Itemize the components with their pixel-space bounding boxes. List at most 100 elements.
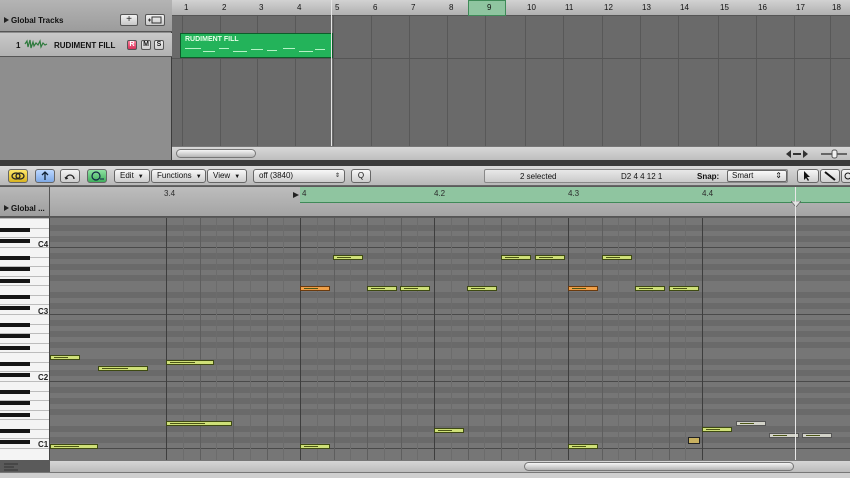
black-key-row — [50, 292, 850, 298]
zoom-control-icon[interactable] — [820, 149, 848, 159]
black-key[interactable] — [0, 256, 30, 260]
pointer-tool-button[interactable] — [797, 169, 819, 183]
midi-region[interactable]: RUDIMENT FILL — [180, 33, 333, 58]
selected-midi-note[interactable] — [568, 286, 598, 291]
scrollbar-thumb[interactable] — [524, 462, 794, 471]
midi-in-button[interactable] — [60, 169, 80, 183]
beat-grid-line — [585, 218, 586, 460]
stepper-icon: ⇕ — [775, 171, 782, 180]
midi-note[interactable] — [702, 427, 732, 432]
disclosure-triangle-icon[interactable] — [4, 205, 9, 211]
midi-note[interactable] — [635, 286, 665, 291]
beat-grid-line — [233, 218, 234, 460]
midi-note[interactable] — [300, 444, 330, 449]
black-key[interactable] — [0, 346, 30, 350]
midi-note[interactable] — [166, 421, 232, 426]
midi-note[interactable] — [535, 255, 565, 260]
region-note-preview — [267, 50, 277, 51]
black-key[interactable] — [0, 390, 30, 394]
edit-menu[interactable]: Edit ▼ — [114, 169, 150, 183]
white-key-divider — [0, 314, 49, 315]
piano-roll-scrollbar[interactable] — [50, 460, 850, 472]
snap-select[interactable]: Smart ⇕ — [727, 170, 787, 182]
midi-note[interactable] — [802, 433, 832, 438]
midi-note[interactable] — [50, 444, 98, 449]
midi-note[interactable] — [736, 421, 766, 426]
midi-note[interactable] — [602, 255, 632, 260]
mute-button[interactable]: M — [141, 40, 151, 50]
beat-label: 4.3 — [568, 189, 580, 198]
midi-note[interactable] — [50, 355, 80, 360]
black-key[interactable] — [0, 373, 30, 377]
selection-count: 2 selected — [520, 172, 557, 181]
pencil-tool-button[interactable] — [820, 169, 840, 183]
track-row[interactable]: 1 RUDIMENT FILL R M S — [0, 33, 172, 57]
black-key-row — [50, 225, 850, 231]
new-folder-button[interactable] — [145, 14, 165, 26]
beat-grid-line — [300, 218, 301, 460]
midi-note[interactable] — [98, 366, 148, 371]
quantize-select[interactable]: off (3840) ⇕ — [253, 169, 345, 183]
beat-grid-line — [317, 218, 318, 460]
black-key[interactable] — [0, 334, 30, 338]
note-handle-icon[interactable] — [688, 437, 700, 444]
bottom-tab-bar[interactable] — [0, 472, 850, 478]
bar-number: 11 — [565, 3, 574, 12]
scrollbar-thumb[interactable] — [176, 149, 256, 158]
midi-note[interactable] — [669, 286, 699, 291]
region-note-preview — [283, 48, 295, 49]
zoom-slider-icon[interactable] — [784, 149, 810, 159]
black-key[interactable] — [0, 239, 30, 243]
arrange-scrollbar[interactable] — [172, 146, 850, 160]
black-key-row — [50, 342, 850, 348]
record-enable-button[interactable]: R — [127, 40, 137, 50]
black-key[interactable] — [0, 413, 30, 417]
midi-note[interactable] — [467, 286, 497, 291]
bar-number: 4 — [297, 3, 302, 12]
black-key[interactable] — [0, 267, 30, 271]
link-button[interactable] — [8, 169, 28, 183]
piano-roll-ruler[interactable]: 3.4 4 4.2 4.3 4.4 — [50, 187, 850, 217]
view-menu[interactable]: View ▼ — [207, 169, 247, 183]
black-key[interactable] — [0, 279, 30, 283]
black-key[interactable] — [0, 429, 30, 433]
black-key[interactable] — [0, 323, 30, 327]
add-track-button[interactable]: + — [120, 14, 138, 26]
black-key[interactable] — [0, 228, 30, 232]
midi-note[interactable] — [333, 255, 363, 260]
arrange-ruler[interactable]: 1 2 3 4 5 6 7 8 9 10 11 12 13 14 15 16 17 18 — [172, 0, 850, 16]
playhead-marker-icon[interactable] — [791, 201, 801, 207]
midi-out-button[interactable] — [87, 169, 107, 183]
white-key-divider — [0, 448, 49, 449]
black-key[interactable] — [0, 440, 30, 444]
midi-note[interactable] — [501, 255, 531, 260]
black-key[interactable] — [0, 401, 30, 405]
playhead[interactable] — [331, 0, 332, 148]
quantize-button[interactable]: Q — [351, 169, 371, 183]
locator-marker-icon[interactable] — [292, 191, 300, 199]
global-tracks-row[interactable]: Global Tracks + — [0, 0, 172, 32]
catch-button[interactable] — [35, 169, 55, 183]
solo-button[interactable]: S — [154, 40, 164, 50]
functions-menu[interactable]: Functions ▼ — [151, 169, 206, 183]
black-key[interactable] — [0, 362, 30, 366]
disclosure-triangle-icon[interactable] — [4, 17, 9, 23]
black-key-row — [50, 264, 850, 270]
selected-midi-note[interactable] — [300, 286, 330, 291]
black-key[interactable] — [0, 295, 30, 299]
midi-note[interactable] — [434, 428, 464, 433]
piano-roll-global-tracks[interactable]: Global ... — [0, 187, 50, 217]
region-note-preview — [219, 48, 229, 49]
velocity-tool-button[interactable] — [841, 169, 850, 183]
note-grid[interactable] — [50, 218, 850, 460]
midi-note[interactable] — [568, 444, 598, 449]
midi-note[interactable] — [400, 286, 430, 291]
track-name: RUDIMENT FILL — [54, 41, 116, 50]
midi-note[interactable] — [166, 360, 214, 365]
black-key[interactable] — [0, 306, 30, 310]
bar-number: 3 — [259, 3, 264, 12]
playhead[interactable] — [795, 187, 796, 460]
keyboard-resize-icon[interactable] — [2, 461, 20, 471]
midi-note[interactable] — [367, 286, 397, 291]
piano-keyboard[interactable]: C4 C3 C2 C1 — [0, 218, 50, 460]
